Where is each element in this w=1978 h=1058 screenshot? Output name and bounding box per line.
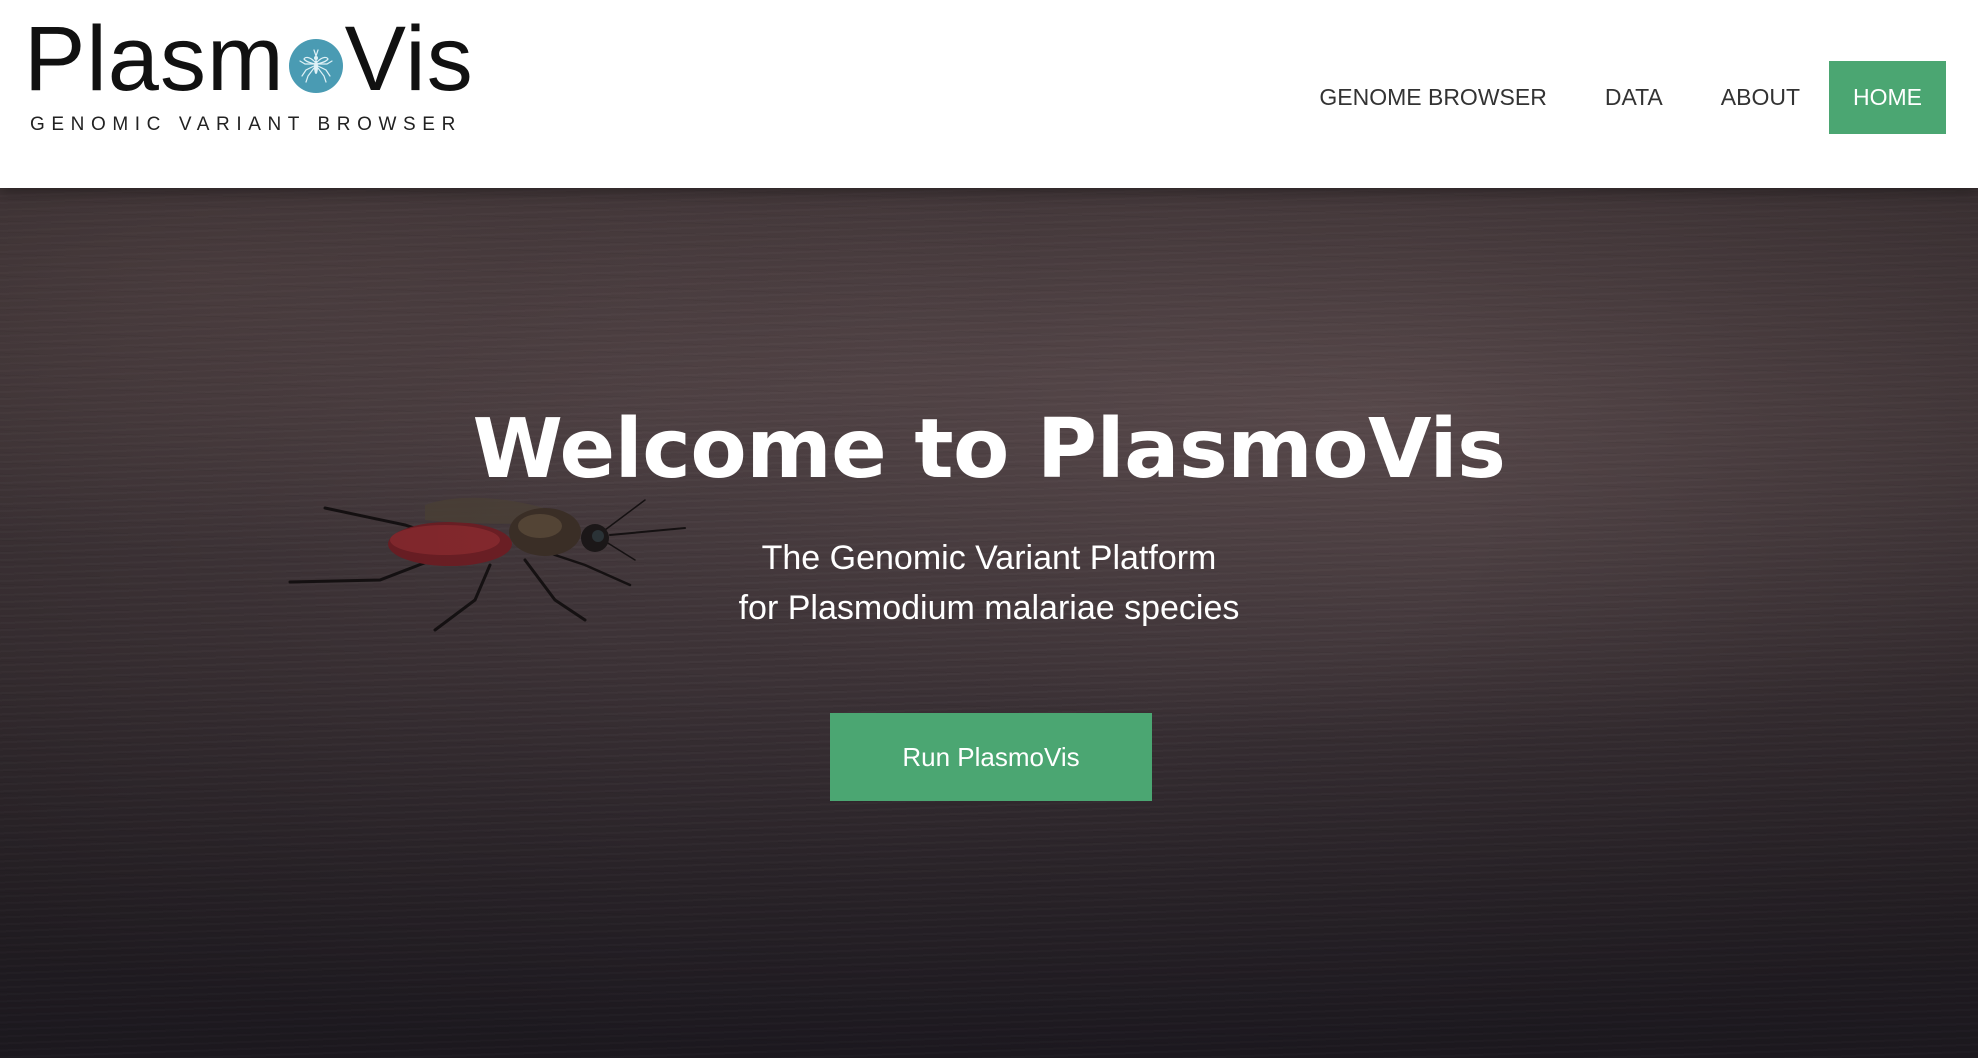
hero-subtitle-line1: The Genomic Variant Platform: [761, 539, 1217, 577]
mosquito-icon: [288, 39, 343, 93]
nav-home[interactable]: HOME: [1829, 61, 1946, 134]
nav-data[interactable]: DATA: [1576, 61, 1692, 134]
logo-tagline: GENOMIC VARIANT BROWSER: [30, 114, 462, 135]
nav-about[interactable]: ABOUT: [1692, 61, 1829, 134]
hero-section: Welcome to PlasmoVis The Genomic Variant…: [0, 188, 1978, 1058]
plasmovis-logo[interactable]: Plasm Vis GENOMIC VARIANT BROWSER: [24, 13, 473, 144]
logo-text-part2: Vis: [344, 8, 474, 110]
nav-genome-browser[interactable]: GENOME BROWSER: [1290, 61, 1575, 134]
run-plasmovis-button[interactable]: Run PlasmoVis: [830, 713, 1152, 801]
hero-subtitle-line2: for Plasmodium malariae species: [738, 589, 1240, 627]
hero-title: Welcome to PlasmoVis: [472, 402, 1506, 497]
logo-text-part1: Plasm: [24, 8, 285, 110]
logo-wordmark: Plasm Vis: [24, 8, 474, 110]
site-header: Plasm Vis GENOMIC VARIANT BROWSER GENOME…: [0, 0, 1978, 188]
main-nav: GENOME BROWSER DATA ABOUT HOME: [1290, 61, 1946, 134]
